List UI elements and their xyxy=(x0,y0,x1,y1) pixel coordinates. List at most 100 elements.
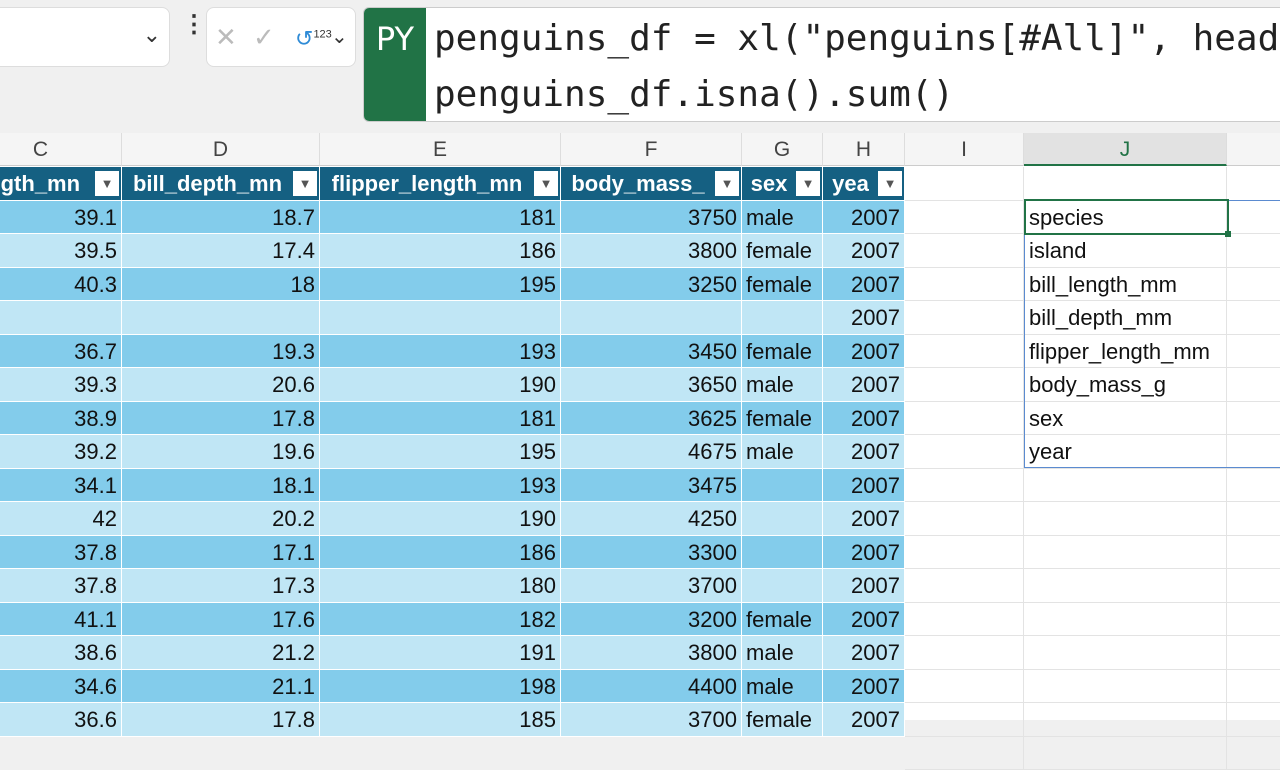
table-cell[interactable]: 193 xyxy=(320,469,561,503)
table-cell[interactable] xyxy=(0,301,122,335)
table-cell[interactable]: 3450 xyxy=(561,335,742,369)
grid-cell[interactable] xyxy=(905,469,1024,503)
name-box[interactable]: ⌄ xyxy=(0,7,170,67)
table-cell[interactable]: 2007 xyxy=(823,670,905,704)
table-header-cell[interactable]: sex▼ xyxy=(742,167,823,201)
filter-dropdown-icon[interactable]: ▼ xyxy=(878,171,902,196)
table-cell[interactable] xyxy=(561,301,742,335)
table-cell[interactable]: 34.1 xyxy=(0,469,122,503)
grid-cell[interactable] xyxy=(1227,469,1280,503)
table-cell[interactable]: 191 xyxy=(320,636,561,670)
table-cell[interactable]: 2007 xyxy=(823,469,905,503)
table-cell[interactable]: 2007 xyxy=(823,435,905,469)
table-cell[interactable]: 17.6 xyxy=(122,603,320,637)
table-cell[interactable]: 181 xyxy=(320,402,561,436)
table-cell[interactable]: 4400 xyxy=(561,670,742,704)
grid-cell[interactable] xyxy=(1227,603,1280,637)
table-cell[interactable]: 39.3 xyxy=(0,368,122,402)
grid-cell[interactable] xyxy=(1227,402,1280,436)
grid-cell[interactable] xyxy=(1227,234,1280,268)
table-cell[interactable]: 40.3 xyxy=(0,268,122,302)
table-cell[interactable]: 2007 xyxy=(823,368,905,402)
grid-cell[interactable] xyxy=(905,502,1024,536)
table-cell[interactable] xyxy=(742,469,823,503)
filter-dropdown-icon[interactable]: ▼ xyxy=(715,171,739,196)
cancel-icon[interactable]: ✕ xyxy=(215,22,237,53)
table-cell[interactable]: 39.5 xyxy=(0,234,122,268)
table-cell[interactable]: 2007 xyxy=(823,636,905,670)
column-header-h[interactable]: H xyxy=(823,133,905,166)
spill-output-cell[interactable]: sex xyxy=(1024,402,1227,436)
table-cell[interactable]: 190 xyxy=(320,502,561,536)
grid-cell[interactable] xyxy=(905,335,1024,369)
table-cell[interactable]: 2007 xyxy=(823,569,905,603)
table-cell[interactable]: female xyxy=(742,268,823,302)
grid-cell[interactable] xyxy=(1227,201,1280,235)
formula-bar[interactable]: PY penguins_df = xl("penguins[#All]", he… xyxy=(363,7,1280,122)
table-cell[interactable] xyxy=(122,301,320,335)
table-header-cell[interactable]: flipper_length_mn▼ xyxy=(320,167,561,201)
table-header-cell[interactable]: ength_mn▼ xyxy=(0,167,122,201)
spill-output-cell[interactable]: island xyxy=(1024,234,1227,268)
table-cell[interactable]: female xyxy=(742,234,823,268)
grid-cell[interactable] xyxy=(1227,368,1280,402)
table-cell[interactable]: 34.6 xyxy=(0,670,122,704)
table-cell[interactable]: 17.8 xyxy=(122,402,320,436)
grid-cell[interactable] xyxy=(1227,502,1280,536)
table-cell[interactable] xyxy=(742,536,823,570)
table-cell[interactable]: 3700 xyxy=(561,569,742,603)
column-header-d[interactable]: D xyxy=(122,133,320,166)
table-cell[interactable]: 195 xyxy=(320,435,561,469)
table-cell[interactable]: 39.2 xyxy=(0,435,122,469)
table-cell[interactable]: 36.7 xyxy=(0,335,122,369)
table-header-cell[interactable]: body_mass_▼ xyxy=(561,167,742,201)
table-cell[interactable]: 17.1 xyxy=(122,536,320,570)
table-cell[interactable]: 18 xyxy=(122,268,320,302)
grid-cell[interactable] xyxy=(1227,167,1280,201)
table-cell[interactable]: 2007 xyxy=(823,502,905,536)
table-cell[interactable]: 37.8 xyxy=(0,536,122,570)
chevron-down-icon[interactable]: ⌄ xyxy=(331,24,348,49)
code-line-1[interactable]: penguins_df = xl("penguins[#All]", heade… xyxy=(434,18,1280,59)
table-cell[interactable]: 2007 xyxy=(823,268,905,302)
table-cell[interactable]: 190 xyxy=(320,368,561,402)
grid-cell[interactable] xyxy=(905,670,1024,704)
table-cell[interactable]: 2007 xyxy=(823,335,905,369)
table-header-cell[interactable]: bill_depth_mn▼ xyxy=(122,167,320,201)
table-cell[interactable]: 193 xyxy=(320,335,561,369)
grid-cell[interactable] xyxy=(1024,636,1227,670)
grid-cell[interactable] xyxy=(1227,569,1280,603)
spreadsheet-grid[interactable]: CDEFGHIJength_mn▼bill_depth_mn▼flipper_l… xyxy=(0,133,1280,720)
table-cell[interactable]: 42 xyxy=(0,502,122,536)
spill-output-cell[interactable]: body_mass_g xyxy=(1024,368,1227,402)
table-cell[interactable]: male xyxy=(742,201,823,235)
table-cell[interactable]: 17.3 xyxy=(122,569,320,603)
python-output-icon[interactable]: ↺123 xyxy=(295,26,332,52)
grid-cell[interactable] xyxy=(1227,670,1280,704)
grid-cell[interactable] xyxy=(905,368,1024,402)
table-cell[interactable]: 3650 xyxy=(561,368,742,402)
grid-cell[interactable] xyxy=(1227,268,1280,302)
grid-cell[interactable] xyxy=(905,201,1024,235)
table-cell[interactable]: 18.7 xyxy=(122,201,320,235)
column-header-f[interactable]: F xyxy=(561,133,742,166)
table-cell[interactable]: 38.6 xyxy=(0,636,122,670)
table-cell[interactable]: female xyxy=(742,603,823,637)
grid-cell[interactable] xyxy=(1227,301,1280,335)
table-cell[interactable]: male xyxy=(742,670,823,704)
table-cell[interactable]: 195 xyxy=(320,268,561,302)
grid-cell[interactable] xyxy=(1227,536,1280,570)
grid-cell[interactable] xyxy=(1024,167,1227,201)
grid-cell[interactable] xyxy=(1024,469,1227,503)
table-cell[interactable]: 39.1 xyxy=(0,201,122,235)
table-cell[interactable] xyxy=(742,502,823,536)
column-header-i[interactable]: I xyxy=(905,133,1024,166)
table-cell[interactable]: female xyxy=(742,402,823,436)
table-cell[interactable]: 41.1 xyxy=(0,603,122,637)
table-cell[interactable]: 4250 xyxy=(561,502,742,536)
grid-cell[interactable] xyxy=(905,603,1024,637)
grid-cell[interactable] xyxy=(905,301,1024,335)
table-cell[interactable]: 2007 xyxy=(823,603,905,637)
table-cell[interactable]: 17.4 xyxy=(122,234,320,268)
grid-cell[interactable] xyxy=(905,167,1024,201)
